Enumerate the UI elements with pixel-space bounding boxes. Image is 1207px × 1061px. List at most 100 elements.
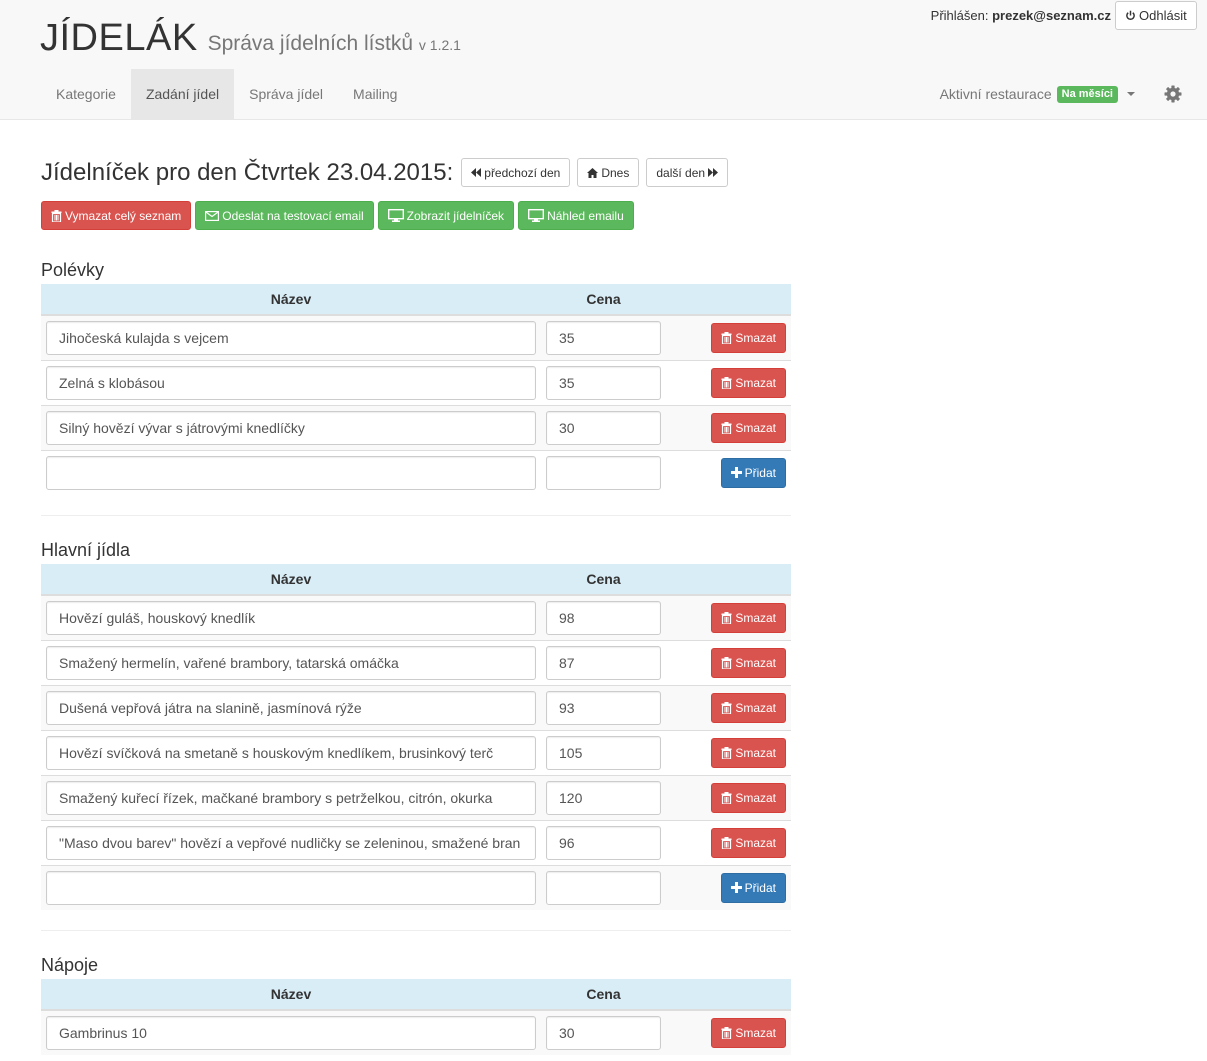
dish-price-input[interactable] (546, 645, 661, 680)
delete-button[interactable]: Smazat (711, 412, 786, 443)
prev-day-label: předchozí den (484, 165, 561, 180)
delete-button[interactable]: Smazat (711, 737, 786, 768)
clear-all-button[interactable]: Vymazat celý seznam (41, 201, 192, 230)
table-row: Smazat (41, 359, 791, 405)
divider (41, 515, 791, 516)
brand-subtitle: Správa jídelních lístků (207, 32, 413, 55)
column-header-name: Název (41, 564, 541, 596)
trash-icon (51, 209, 62, 222)
section-title: Polévky (41, 260, 105, 280)
home-icon (587, 167, 599, 178)
preview-email-button[interactable]: Náhled emailu (518, 201, 634, 230)
tab-kategorie[interactable]: Kategorie (41, 69, 131, 119)
delete-label: Smazat (735, 700, 776, 715)
dish-price-input[interactable] (546, 1016, 661, 1050)
trash-icon (721, 611, 732, 624)
dish-price-input[interactable] (546, 780, 661, 815)
dish-name-input[interactable] (46, 690, 536, 725)
delete-label: Smazat (735, 375, 776, 390)
page-heading: Jídelníček pro den Čtvrtek 23.04.2015: p… (41, 150, 791, 195)
new-dish-row: Přidat (41, 864, 791, 910)
new-dish-name-input[interactable] (46, 455, 536, 490)
delete-label: Smazat (735, 420, 776, 435)
backward-icon (471, 168, 482, 177)
add-button[interactable]: Přidat (720, 872, 786, 903)
section-title: Hlavní jídla (41, 540, 131, 560)
monitor-icon (528, 209, 545, 222)
send-test-email-button[interactable]: Odeslat na testovací email (195, 201, 374, 230)
plus-icon (730, 882, 742, 894)
preview-email-label: Náhled emailu (547, 208, 624, 223)
column-header-price: Cena (541, 284, 666, 316)
trash-icon (721, 791, 732, 804)
dish-price-input[interactable] (546, 825, 661, 860)
add-button[interactable]: Přidat (720, 457, 786, 488)
today-button[interactable]: Dnes (577, 158, 640, 187)
send-test-email-label: Odeslat na testovací email (222, 208, 364, 223)
food-table: Název Cena Smazat Smazat Sma (41, 284, 791, 495)
dish-name-input[interactable] (46, 600, 536, 635)
login-user: prezek@seznam.cz (992, 8, 1111, 23)
dish-name-input[interactable] (46, 735, 536, 770)
tab-sprava-jidel[interactable]: Správa jídel (234, 69, 338, 119)
dish-price-input[interactable] (546, 320, 661, 355)
column-header-actions (666, 564, 791, 596)
delete-button[interactable]: Smazat (711, 367, 786, 398)
show-menu-button[interactable]: Zobrazit jídelníček (377, 201, 515, 230)
version-label: v 1.2.1 (418, 37, 461, 53)
dish-name-input[interactable] (46, 645, 536, 680)
next-day-button[interactable]: další den (646, 158, 729, 187)
login-prefix: Přihlášen: (930, 8, 989, 23)
prev-day-button[interactable]: předchozí den (461, 158, 571, 187)
show-menu-label: Zobrazit jídelníček (406, 208, 505, 223)
delete-label: Smazat (735, 330, 776, 345)
trash-icon (721, 421, 732, 434)
delete-button[interactable]: Smazat (711, 782, 786, 813)
tab-zadani-jidel[interactable]: Zadání jídel (130, 69, 235, 119)
dish-name-input[interactable] (46, 410, 536, 445)
dish-price-input[interactable] (546, 410, 661, 445)
login-info: Přihlášen: prezek@seznam.cz (931, 8, 1111, 23)
dish-name-input[interactable] (46, 825, 536, 860)
table-row: Smazat (41, 595, 791, 640)
tab-mailing[interactable]: Mailing (338, 69, 412, 119)
logout-button[interactable]: Odhlásit (1115, 1, 1197, 30)
next-day-label: další den (656, 165, 706, 180)
gear-icon[interactable] (1163, 84, 1183, 104)
divider (41, 930, 791, 931)
delete-button[interactable]: Smazat (711, 322, 786, 353)
section-title: Nápoje (41, 955, 99, 975)
food-table: Název Cena Smazat Smazat Sma (41, 564, 791, 910)
dish-name-input[interactable] (46, 780, 536, 815)
new-dish-price-input[interactable] (546, 455, 661, 490)
delete-label: Smazat (735, 745, 776, 760)
brand[interactable]: JÍDELÁK Správa jídelních lístků v 1.2.1 (40, 17, 461, 60)
dish-price-input[interactable] (546, 735, 661, 770)
table-row: Smazat (41, 684, 791, 730)
dish-price-input[interactable] (546, 600, 661, 635)
new-dish-name-input[interactable] (46, 870, 536, 905)
dish-price-input[interactable] (546, 365, 661, 400)
restaurant-dropdown[interactable]: Aktivní restaurace Na měsíci (940, 69, 1135, 119)
column-header-actions (666, 284, 791, 316)
add-label: Přidat (744, 465, 776, 480)
column-header-name: Název (41, 284, 541, 316)
delete-button[interactable]: Smazat (711, 647, 786, 678)
dish-name-input[interactable] (46, 1016, 536, 1050)
delete-button[interactable]: Smazat (711, 602, 786, 633)
delete-button[interactable]: Smazat (711, 692, 786, 723)
action-toolbar: Vymazat celý seznam Odeslat na testovací… (41, 201, 791, 230)
table-row: Smazat (41, 315, 791, 360)
new-dish-price-input[interactable] (546, 870, 661, 905)
delete-button[interactable]: Smazat (711, 827, 786, 858)
delete-label: Smazat (735, 610, 776, 625)
trash-icon (721, 746, 732, 759)
dish-name-input[interactable] (46, 320, 536, 355)
section-polevky: Polévky Název Cena Smazat Smazat (41, 257, 791, 495)
logout-label: Odhlásit (1139, 8, 1187, 23)
main-nav: Kategorie Zadání jídel Správa jídel Mail… (41, 69, 412, 119)
food-table: Název Cena Smazat (41, 979, 791, 1055)
dish-price-input[interactable] (546, 690, 661, 725)
delete-button[interactable]: Smazat (711, 1018, 786, 1048)
dish-name-input[interactable] (46, 365, 536, 400)
